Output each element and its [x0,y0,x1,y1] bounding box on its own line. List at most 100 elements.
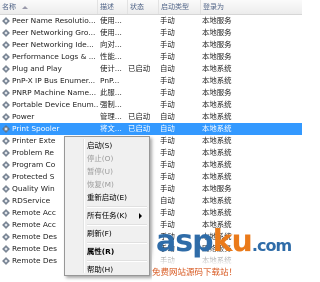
service-startup-type: 手动 [160,208,175,217]
service-name: PNRP Machine Name... [12,88,97,97]
column-logon-label: 登录为 [203,3,224,11]
service-gear-icon [2,185,10,193]
service-gear-icon [2,137,10,145]
service-gear-icon [2,161,10,169]
service-name: Print Spooler [12,124,60,133]
submenu-arrow-icon [139,213,142,219]
service-startup-type: 手动 [160,136,175,145]
menu-item-properties[interactable]: 属性(R) [67,245,147,258]
service-row[interactable]: Protected S 手动 本地系统 [0,171,302,183]
service-gear-icon [2,197,10,205]
service-status [128,39,158,51]
service-logon-as: 本地系统 [202,136,232,145]
column-startup-header[interactable]: 启动类型 [159,0,201,14]
service-row[interactable]: Problem Re 手动 本地系统 [0,147,302,159]
menu-item-resume[interactable]: 恢复(M) [67,178,147,191]
service-status [128,99,158,111]
service-startup-type: 手动 [160,16,175,25]
column-header: 名称 描述 状态 启动类型 登录为 [0,0,302,15]
service-row[interactable]: Peer Networking Ide... 向对... 手动 本地服务 [0,39,302,51]
service-gear-icon [2,89,10,97]
service-gear-icon [2,65,10,73]
service-row[interactable]: Program Co 手动 本地系统 [0,159,302,171]
service-logon-as: 本地系统 [202,148,232,157]
menu-item-start[interactable]: 启动(S) [67,139,147,152]
service-logon-as: 本地系统 [202,160,232,169]
service-row[interactable]: Peer Name Resolutio... 使用... 手动 本地服务 [0,15,302,27]
service-row[interactable]: PnP-X IP Bus Enumer... PnP... 手动 本地系统 [0,75,302,87]
service-startup-type: 手动 [160,184,175,193]
watermark-ku: ku [212,224,253,259]
menu-separator [87,206,147,208]
service-logon-as: 本地服务 [202,16,232,25]
menu-item-pause[interactable]: 暂停(U) [67,165,147,178]
service-name: Performance Logs & ... [12,52,96,61]
column-description-label: 描述 [100,3,114,11]
service-row[interactable]: Plug and Play 使计... 已启动 自动 本地系统 [0,63,302,75]
service-description: PnP... [100,76,120,85]
service-row[interactable]: Portable Device Enum... 强制... 手动 本地系统 [0,99,302,111]
service-description: 使计... [100,64,122,73]
service-startup-type: 自动 [160,124,175,133]
service-row[interactable]: Remote Acc 手动 本地系统 [0,207,302,219]
service-startup-type: 自动 [160,196,175,205]
watermark-asp: asp [156,224,214,259]
service-gear-icon [2,149,10,157]
watermark: aspku.com 免费网站源码下载站！ [152,224,302,282]
service-description: 将文... [100,124,122,133]
service-startup-type: 自动 [160,64,175,73]
service-row[interactable]: Printer Exte 手动 本地系统 [0,135,302,147]
service-row[interactable]: Peer Networking Gro... 使用... 手动 本地服务 [0,27,302,39]
service-gear-icon [2,41,10,49]
menu-item-all-tasks[interactable]: 所有任务(K) [67,209,147,222]
service-logon-as: 本地服务 [202,28,232,37]
service-name: Portable Device Enum... [12,100,98,109]
service-startup-type: 手动 [160,76,175,85]
service-gear-icon [2,77,10,85]
service-status: 已启动 [128,124,151,133]
service-row[interactable]: RDService 自动 本地系统 [0,195,302,207]
menu-item-restart[interactable]: 重新启动(E) [67,191,147,204]
service-logon-as: 本地系统 [202,112,232,121]
menu-item-refresh[interactable]: 刷新(F) [67,227,147,240]
column-description-header[interactable]: 描述 [98,0,128,14]
column-name-header[interactable]: 名称 [0,0,98,14]
context-menu: 启动(S) 停止(O) 暂停(U) 恢复(M) 重新启动(E) 所有任务(K) … [64,136,150,276]
service-logon-as: 本地系统 [202,100,232,109]
service-row[interactable]: Performance Logs & ... 性能... 手动 本地服务 [0,51,302,63]
service-description: 向对... [100,40,122,49]
watermark-com: .com [251,236,292,255]
menu-item-stop[interactable]: 停止(O) [67,152,147,165]
service-name: Plug and Play [12,64,62,73]
service-logon-as: 本地服务 [202,88,232,97]
service-startup-type: 手动 [160,160,175,169]
service-name: Peer Name Resolutio... [12,16,96,25]
service-gear-icon [2,257,10,265]
watermark-tagline: 免费网站源码下载站！ [152,266,302,278]
service-description: 此服... [100,88,122,97]
service-row[interactable]: Quality Win 手动 本地服务 [0,183,302,195]
service-startup-type: 手动 [160,88,175,97]
column-status-label: 状态 [130,3,144,11]
menu-item-help[interactable]: 帮助(H) [67,263,147,276]
column-status-header[interactable]: 状态 [128,0,159,14]
menu-separator [87,260,147,262]
service-status [128,15,158,27]
service-logon-as: 本地系统 [202,124,232,133]
service-logon-as: 本地系统 [202,172,232,181]
service-gear-icon [2,209,10,217]
service-row[interactable]: Power 管理... 已启动 自动 本地系统 [0,111,302,123]
service-startup-type: 手动 [160,40,175,49]
service-gear-icon [2,53,10,61]
service-gear-icon [2,245,10,253]
service-row[interactable]: PNRP Machine Name... 此服... 手动 本地服务 [0,87,302,99]
service-row[interactable]: Print Spooler 将文... 已启动 自动 本地系统 [0,123,302,135]
service-status [128,51,158,63]
service-logon-as: 本地服务 [202,40,232,49]
service-status [128,75,158,87]
service-name: Power [12,112,35,121]
menu-separator [87,224,147,226]
service-status: 已启动 [128,112,151,121]
service-logon-as: 本地系统 [202,208,232,217]
column-logon-header[interactable]: 登录为 [201,0,302,14]
